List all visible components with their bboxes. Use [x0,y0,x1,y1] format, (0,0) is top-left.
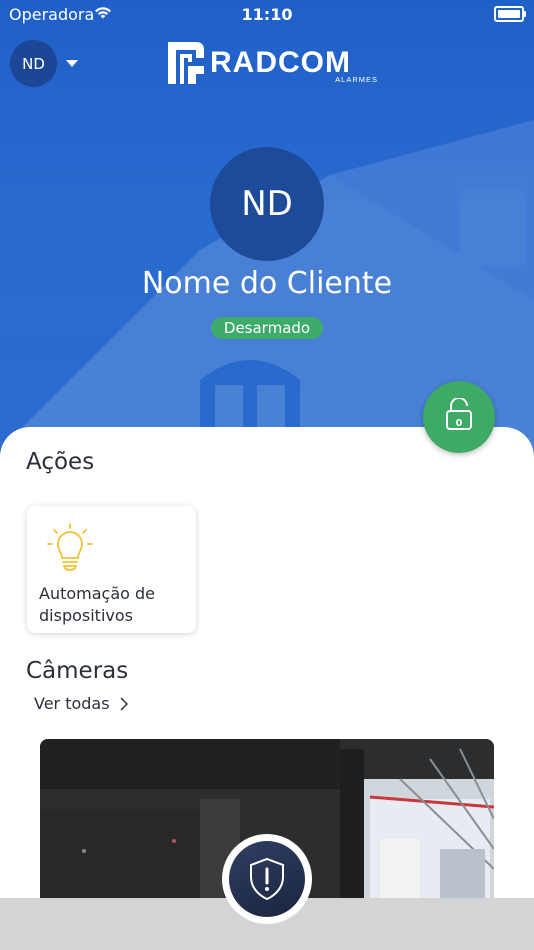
client-name: Nome do Cliente [141,266,393,301]
action-device-automation[interactable]: Automação de dispositivos [27,506,196,633]
status-badge: Desarmado [211,317,323,339]
lock-count: 0 [455,418,463,429]
radcom-logo: RADCOM ALARMES [166,40,378,86]
status-bar: Operadora 11:10 [0,0,534,28]
action-label: Automação de dispositivos [39,584,156,625]
panic-button[interactable] [222,834,312,924]
client-avatar: ND [210,147,324,261]
logo-text: RADCOM [210,46,351,79]
battery-icon [494,6,526,22]
cameras-heading: Câmeras [26,658,129,684]
user-avatar: ND [10,40,57,87]
actions-heading: Ações [26,449,95,475]
clock: 11:10 [241,5,293,24]
see-all-label: Ver todas [34,694,110,713]
chevron-right-icon [120,696,128,711]
lightbulb-icon [47,523,93,571]
see-all-cameras-link[interactable]: Ver todas [34,694,128,713]
arm-toggle-button[interactable]: 0 [423,381,495,453]
logo-mark-icon [168,42,204,84]
chevron-down-icon [66,60,78,67]
shield-alert-icon [250,857,284,901]
account-switcher[interactable]: ND [10,40,78,87]
logo-subtext: ALARMES [335,75,378,84]
